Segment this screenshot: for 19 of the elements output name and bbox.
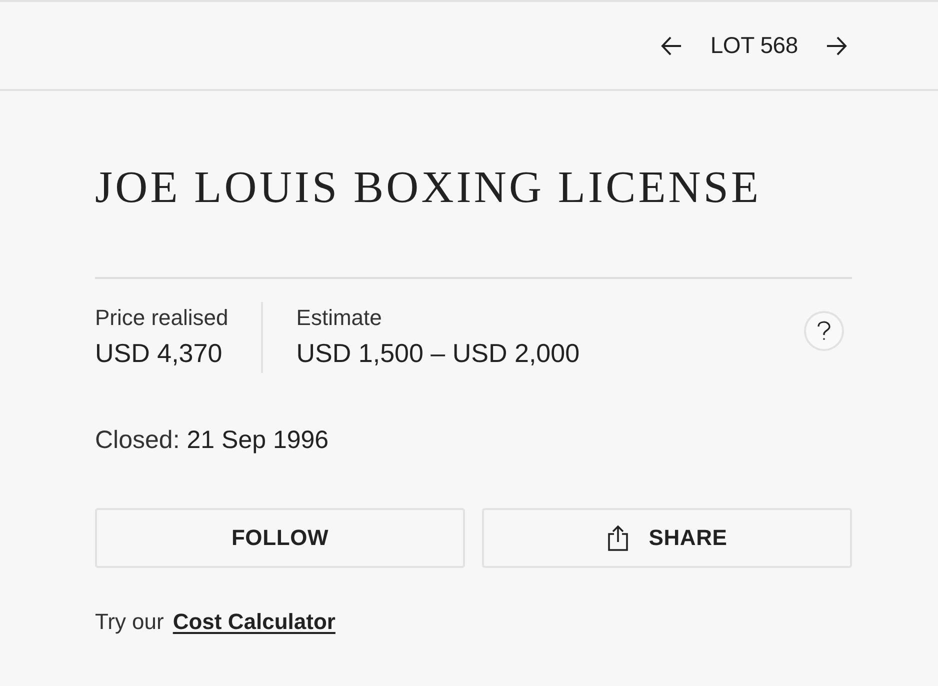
closed-date: 21 Sep 1996 <box>186 425 329 456</box>
arrow-left-icon <box>661 36 682 56</box>
lot-number: LOT 568 <box>710 32 798 59</box>
previous-lot-button[interactable] <box>661 36 682 56</box>
share-icon <box>606 525 629 551</box>
price-label: Estimate <box>296 304 383 332</box>
question-mark-icon <box>817 321 831 341</box>
next-lot-button[interactable] <box>826 36 847 56</box>
price-value: USD 4,370 <box>95 337 224 369</box>
price-value: USD 1,500 – USD 2,000 <box>296 337 580 369</box>
follow-button[interactable]: FOLLOW <box>95 508 465 568</box>
price-label: Price realised <box>95 304 228 332</box>
closed-label: Closed: <box>95 425 180 456</box>
arrow-right-icon <box>826 36 847 56</box>
cost-calculator-link[interactable]: Cost Calculator <box>172 609 336 635</box>
help-button[interactable] <box>804 311 844 351</box>
share-button[interactable]: SHARE <box>482 508 852 568</box>
promo-text: Try our <box>95 609 164 635</box>
lot-title: JOE LOUIS BOXING LICENSE <box>95 161 762 214</box>
